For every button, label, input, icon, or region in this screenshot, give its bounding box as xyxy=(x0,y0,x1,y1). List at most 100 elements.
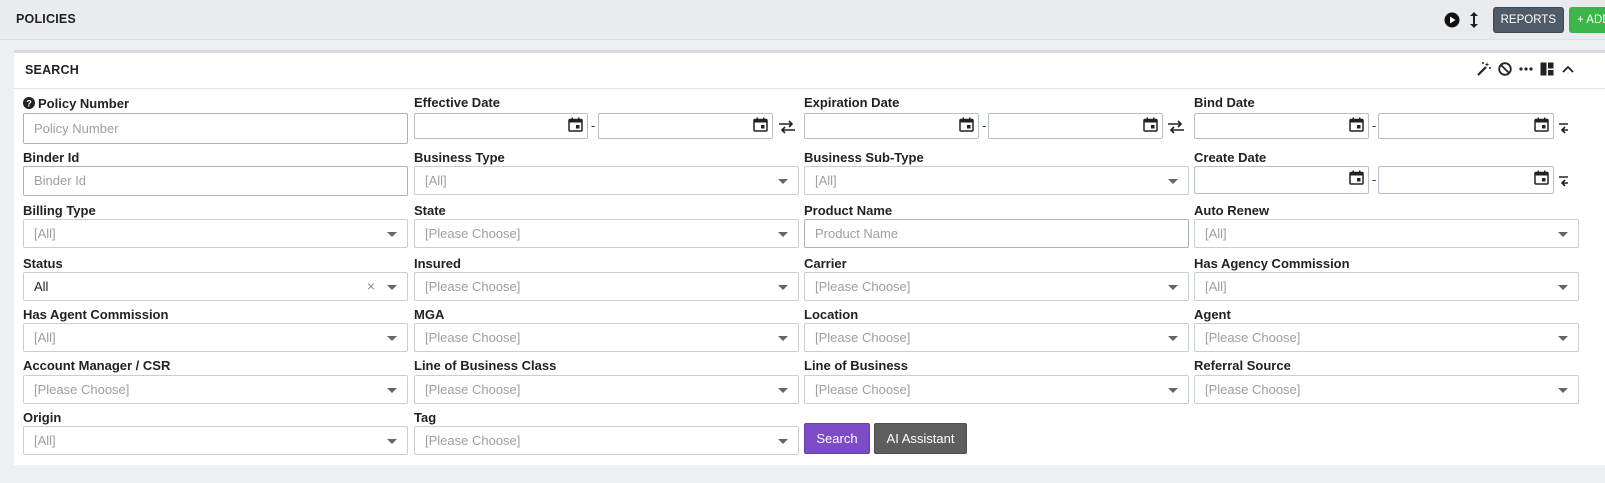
add-policy-button[interactable]: + ADD xyxy=(1569,7,1605,33)
chevron-down-icon xyxy=(778,179,788,184)
bind-date-to[interactable] xyxy=(1378,113,1554,139)
help-icon[interactable]: ? xyxy=(23,97,35,109)
status-select[interactable]: All × xyxy=(23,272,408,301)
chevron-down-icon xyxy=(387,232,397,237)
search-button[interactable]: Search xyxy=(804,423,870,454)
referral-source-value: [Please Choose] xyxy=(1205,382,1301,397)
bind-date-from[interactable] xyxy=(1194,113,1369,139)
ban-icon[interactable] xyxy=(1497,60,1513,78)
insured-label: Insured xyxy=(414,256,461,271)
date-range-dash: - xyxy=(1372,172,1377,187)
state-label: State xyxy=(414,203,446,218)
account-manager-select[interactable]: [Please Choose] xyxy=(23,375,408,404)
auto-renew-select[interactable]: [All] xyxy=(1194,219,1579,248)
state-select[interactable]: [Please Choose] xyxy=(414,219,799,248)
lob-label: Line of Business xyxy=(804,358,909,373)
clear-icon[interactable]: × xyxy=(367,273,375,300)
calendar-icon[interactable] xyxy=(1143,117,1158,135)
date-range-dash: - xyxy=(1372,118,1377,133)
calendar-icon[interactable] xyxy=(1349,170,1364,188)
create-date-from[interactable] xyxy=(1194,166,1369,194)
carrier-value: [Please Choose] xyxy=(815,279,911,294)
swap-icon[interactable] xyxy=(1558,173,1568,187)
top-actions: REPORTS + ADD xyxy=(1443,6,1605,34)
auto-renew-value: [All] xyxy=(1205,226,1227,241)
calendar-icon[interactable] xyxy=(753,117,768,135)
product-name-label: Product Name xyxy=(804,203,893,218)
origin-label: Origin xyxy=(23,410,62,425)
mga-select[interactable]: [Please Choose] xyxy=(414,323,799,352)
billing-type-select[interactable]: [All] xyxy=(23,219,408,248)
calendar-icon[interactable] xyxy=(1534,117,1549,135)
has-agent-commission-value: [All] xyxy=(34,330,56,345)
binder-id-input[interactable]: Binder Id xyxy=(23,166,408,196)
create-date-to[interactable] xyxy=(1378,166,1554,194)
calendar-icon[interactable] xyxy=(1534,170,1549,188)
panel-tools xyxy=(1476,60,1581,78)
calendar-icon[interactable] xyxy=(568,117,583,135)
chevron-down-icon xyxy=(1168,285,1178,290)
policy-number-input[interactable]: Policy Number xyxy=(23,113,408,144)
chevron-down-icon xyxy=(387,336,397,341)
resize-vertical-icon[interactable] xyxy=(1465,11,1483,29)
lob-select[interactable]: [Please Choose] xyxy=(804,375,1189,404)
billing-type-value: [All] xyxy=(34,226,56,241)
has-agent-commission-label: Has Agent Commission xyxy=(23,307,169,322)
tag-label: Tag xyxy=(414,410,437,425)
referral-source-select[interactable]: [Please Choose] xyxy=(1194,375,1579,404)
more-horizontal-icon[interactable] xyxy=(1518,60,1534,78)
chevron-down-icon xyxy=(1558,285,1568,290)
effective-date-to[interactable] xyxy=(598,113,773,139)
tag-select[interactable]: [Please Choose] xyxy=(414,426,799,455)
lob-class-select[interactable]: [Please Choose] xyxy=(414,375,799,404)
swap-icon[interactable] xyxy=(1558,120,1568,134)
carrier-select[interactable]: [Please Choose] xyxy=(804,272,1189,301)
ai-assistant-button[interactable]: AI Assistant xyxy=(874,423,967,454)
collapse-icon[interactable] xyxy=(1560,60,1576,78)
chevron-down-icon xyxy=(778,232,788,237)
account-manager-label: Account Manager / CSR xyxy=(23,358,171,373)
has-agency-commission-label: Has Agency Commission xyxy=(1194,256,1350,271)
expiration-date-to[interactable] xyxy=(988,113,1163,139)
has-agent-commission-select[interactable]: [All] xyxy=(23,323,408,352)
swap-icon[interactable] xyxy=(1167,120,1185,134)
location-value: [Please Choose] xyxy=(815,330,911,345)
status-label: Status xyxy=(23,256,63,271)
top-bar: POLICIES REPORTS + ADD xyxy=(0,0,1605,40)
expiration-date-from[interactable] xyxy=(804,113,979,139)
chevron-down-icon xyxy=(1558,232,1568,237)
billing-type-label: Billing Type xyxy=(23,203,96,218)
chevron-down-icon xyxy=(1168,179,1178,184)
product-name-input[interactable]: Product Name xyxy=(804,219,1189,248)
bind-date-label: Bind Date xyxy=(1194,95,1255,110)
reports-button[interactable]: REPORTS xyxy=(1492,7,1564,33)
has-agency-commission-select[interactable]: [All] xyxy=(1194,272,1579,301)
chevron-down-icon xyxy=(778,439,788,444)
business-type-value: [All] xyxy=(425,173,447,188)
mga-label: MGA xyxy=(414,307,445,322)
location-select[interactable]: [Please Choose] xyxy=(804,323,1189,352)
business-type-select[interactable]: [All] xyxy=(414,166,799,195)
insured-select[interactable]: [Please Choose] xyxy=(414,272,799,301)
agent-select[interactable]: [Please Choose] xyxy=(1194,323,1579,352)
business-type-label: Business Type xyxy=(414,150,505,165)
layout-icon[interactable] xyxy=(1539,60,1555,78)
calendar-icon[interactable] xyxy=(1349,117,1364,135)
mga-value: [Please Choose] xyxy=(425,330,521,345)
chevron-down-icon xyxy=(387,388,397,393)
business-sub-type-select[interactable]: [All] xyxy=(804,166,1189,195)
agent-value: [Please Choose] xyxy=(1205,330,1301,345)
has-agency-commission-value: [All] xyxy=(1205,279,1227,294)
effective-date-label: Effective Date xyxy=(414,95,500,110)
chevron-down-icon xyxy=(387,439,397,444)
calendar-icon[interactable] xyxy=(959,117,974,135)
tag-value: [Please Choose] xyxy=(425,433,521,448)
play-circle-icon[interactable] xyxy=(1443,11,1461,29)
effective-date-from[interactable] xyxy=(414,113,588,139)
lob-value: [Please Choose] xyxy=(815,382,911,397)
page-title: POLICIES xyxy=(16,12,76,26)
chevron-down-icon xyxy=(1168,336,1178,341)
magic-wand-icon[interactable] xyxy=(1476,60,1492,78)
swap-icon[interactable] xyxy=(778,120,796,134)
origin-select[interactable]: [All] xyxy=(23,426,408,455)
